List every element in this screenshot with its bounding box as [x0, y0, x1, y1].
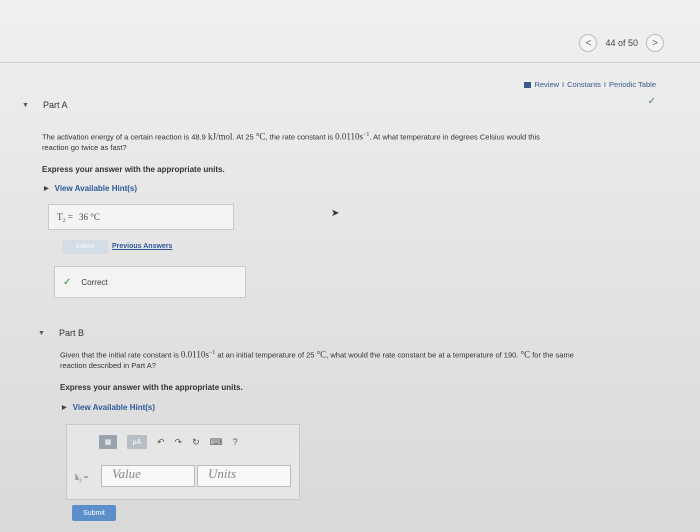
redo-icon[interactable]: ↷: [175, 437, 183, 448]
question-text: reaction described in Part A?: [60, 360, 156, 370]
caret-down-icon: ▼: [22, 101, 29, 109]
part-a-title: Part A: [42, 100, 68, 110]
correct-label: Correct: [81, 277, 108, 287]
k2-label: k₂ =: [75, 473, 89, 482]
page: < 44 of 50 > Review I Constants I Period…: [0, 0, 700, 532]
part-b-instruction: Express your answer with the appropriate…: [60, 383, 243, 392]
part-a-instruction: Express your answer with the appropriate…: [42, 165, 225, 174]
part-a-submit-button[interactable]: Submit: [62, 240, 108, 254]
undo-icon[interactable]: ↶: [157, 437, 165, 448]
part-a-hints-toggle[interactable]: ▶ View Available Hint(s): [44, 184, 137, 193]
periodic-table-link[interactable]: Periodic Table: [609, 80, 656, 89]
chevron-left-icon: <: [585, 37, 592, 49]
value-input[interactable]: Value: [101, 465, 195, 487]
question-text: The activation energy of a certain react…: [42, 132, 206, 142]
rate-constant: 0.0110s: [335, 131, 363, 142]
caret-down-icon: ▼: [38, 329, 45, 337]
hints-label: View Available Hint(s): [72, 403, 156, 412]
chevron-right-icon: >: [652, 37, 658, 49]
caret-right-icon: ▶: [44, 186, 49, 192]
rate-exponent: −1: [208, 350, 216, 356]
part-b-submit-button[interactable]: Submit: [72, 505, 116, 521]
templates-icon: ▦: [104, 439, 112, 446]
next-page-button[interactable]: >: [646, 34, 664, 52]
reset-icon[interactable]: ↻: [192, 437, 200, 448]
answer-label: T₂ =: [57, 212, 73, 222]
value-placeholder: Value: [112, 466, 141, 481]
part-a-header[interactable]: ▼ Part A: [22, 100, 67, 110]
correct-feedback: ✓ Correct: [54, 266, 246, 298]
divider: [0, 62, 700, 63]
caret-right-icon: ▶: [62, 405, 67, 411]
question-text: . At what temperature in degrees Celsius…: [369, 132, 540, 142]
question-text: Given that the initial rate constant is: [60, 350, 179, 360]
check-icon: ✓: [63, 276, 72, 288]
question-text: at an initial temperature of 25: [217, 350, 315, 360]
unit-celsius: °C: [520, 349, 531, 360]
review-icon: [524, 81, 532, 88]
help-icon[interactable]: ?: [233, 437, 238, 447]
part-b-title: Part B: [58, 328, 84, 338]
units-button[interactable]: μA: [127, 435, 147, 449]
page-counter: 44 of 50: [605, 38, 638, 48]
previous-page-button[interactable]: <: [579, 34, 598, 52]
part-b-question: Given that the initial rate constant is …: [60, 348, 660, 371]
hints-label: View Available Hint(s): [54, 184, 138, 193]
part-a-question: The activation energy of a certain react…: [42, 130, 662, 153]
question-text: reaction go twice as fast?: [42, 142, 127, 152]
units-placeholder: Units: [208, 466, 237, 481]
unit-celsius: °C: [255, 131, 266, 142]
units-icon: μA: [132, 438, 142, 446]
templates-button[interactable]: ▦: [99, 435, 117, 449]
question-text: , the rate constant is: [265, 132, 333, 142]
question-text: for the same: [532, 350, 574, 360]
constants-link[interactable]: Constants: [567, 80, 601, 89]
rate-constant: 0.0110s: [180, 349, 209, 360]
question-text: , what would the rate constant be at a t…: [326, 350, 519, 360]
math-toolbar: ▦ μA ↶ ↷ ↻ ⌨ ?: [99, 435, 238, 449]
part-b-header[interactable]: ▼ Part B: [38, 328, 84, 338]
previous-answers-link[interactable]: Previous Answers: [112, 243, 172, 250]
keyboard-icon[interactable]: ⌨: [210, 437, 223, 448]
units-input[interactable]: Units: [197, 465, 291, 487]
part-b-hints-toggle[interactable]: ▶ View Available Hint(s): [62, 403, 155, 412]
link-separator: I: [603, 80, 607, 89]
answer-value: 36 °C: [78, 212, 100, 222]
answer-input-panel: ▦ μA ↶ ↷ ↻ ⌨ ? k₂ = Value Units: [66, 424, 300, 500]
review-link[interactable]: Review: [534, 80, 559, 89]
pager: < 44 of 50 >: [579, 34, 664, 52]
unit-energy: kJ/mol: [207, 131, 233, 142]
mouse-cursor-icon: ➤: [331, 208, 340, 219]
completed-check-icon: ✓: [647, 96, 656, 107]
question-text: . At 25: [232, 132, 254, 142]
unit-celsius: °C: [316, 349, 327, 360]
link-separator: I: [562, 80, 565, 89]
resource-links: Review I Constants I Periodic Table: [524, 80, 656, 89]
part-a-answer-field: T₂ = 36 °C: [48, 204, 234, 230]
